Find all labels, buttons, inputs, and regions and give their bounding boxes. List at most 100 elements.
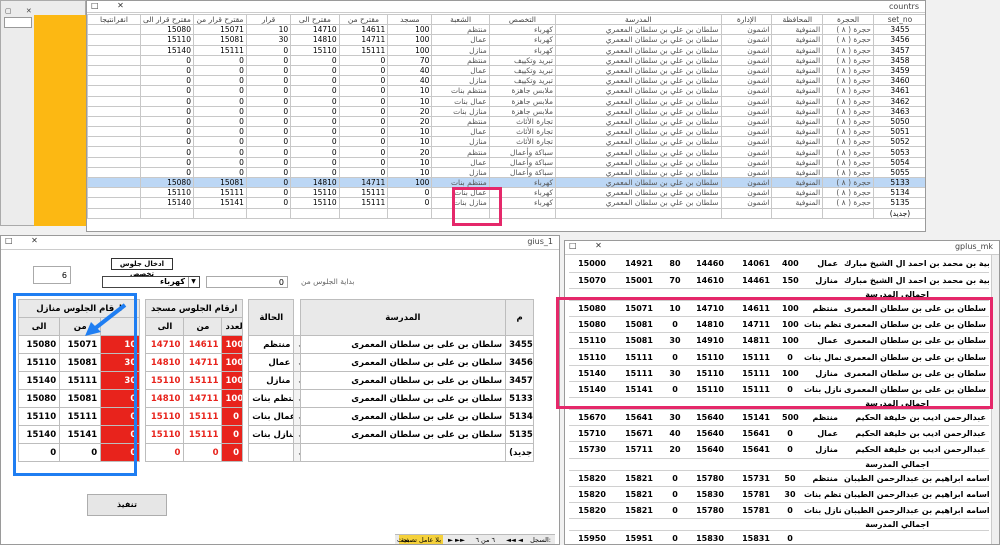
top-cell[interactable]: تجارة الأثاث	[488, 115, 557, 128]
top-cell[interactable]: 0	[192, 64, 247, 77]
top-cell[interactable]: 0	[192, 146, 247, 158]
table-row[interactable]: 15140 15141 0 15110 15111 0 منازل بنات كهرباء سل…	[87, 197, 925, 209]
top-cell[interactable]: 14810	[290, 34, 340, 46]
top-cell[interactable]: المنوفية	[771, 146, 824, 158]
top-cell[interactable]	[338, 207, 389, 219]
form-cell-b-from[interactable]: 15111	[183, 425, 223, 444]
top-cell[interactable]: 15111	[338, 197, 389, 209]
top-cell[interactable]: اشمون	[720, 85, 773, 97]
top-cell[interactable]: 0	[338, 75, 389, 87]
top-cell[interactable]: سباكة وأعمال	[488, 156, 557, 168]
top-cell[interactable]: 100	[387, 44, 433, 56]
top-cell[interactable]: 0	[139, 136, 194, 148]
top-cell[interactable]: 15110	[290, 197, 340, 209]
top-cell[interactable]: 100	[387, 176, 433, 189]
form-cell-b-n[interactable]: 100	[221, 371, 244, 390]
execute-button[interactable]: تنفيذ	[87, 494, 167, 516]
form-cell-b-from[interactable]: 15111	[183, 371, 223, 390]
top-cell[interactable]: 5135	[872, 197, 925, 209]
top-cell[interactable]: 0	[139, 64, 194, 77]
top-cell[interactable]: سباكة وأعمال	[488, 146, 557, 158]
top-cell[interactable]: 0	[139, 126, 194, 138]
top-cell[interactable]: المنوفية	[771, 44, 824, 56]
top-cell[interactable]: حجرة ( ٨ )	[822, 146, 874, 158]
top-cell[interactable]: سلطان بن علي بن سلطان المعمري	[555, 126, 722, 138]
top-col-header[interactable]: الشعبة	[431, 13, 490, 26]
top-cell[interactable]: (جديد)	[872, 207, 925, 219]
table-row[interactable]: (جديد)	[87, 207, 925, 219]
top-cell[interactable]: سلطان بن علي بن سلطان المعمري	[555, 176, 722, 189]
form-cell-b-to[interactable]: 14810	[145, 353, 185, 372]
form-cell-status[interactable]: منازل بنات	[248, 425, 295, 444]
top-cell[interactable]: ملابس جاهزة	[488, 85, 557, 97]
form-cell-b-to[interactable]: 14810	[145, 389, 185, 408]
top-cell[interactable]: اشمون	[720, 126, 773, 138]
top-cell[interactable]: 3463	[872, 105, 925, 117]
top-cell[interactable]: عمال	[431, 126, 490, 138]
top-cell[interactable]: 15071	[192, 24, 247, 36]
top-cell[interactable]: 5053	[872, 146, 925, 158]
top-cell[interactable]: 0	[290, 75, 340, 87]
top-col-header[interactable]: مقترح قرار من	[192, 13, 247, 26]
top-cell[interactable]: 0	[290, 115, 340, 128]
top-cell[interactable]: المنوفية	[771, 136, 824, 148]
top-cell[interactable]: 10	[387, 156, 433, 168]
top-col-header[interactable]: set_no	[872, 13, 925, 26]
top-cell[interactable]: 14710	[290, 24, 340, 36]
top-cell[interactable]: 0	[338, 156, 389, 168]
form-cell-school[interactable]: سلطان بن على بن سلطان المعمرى	[299, 425, 507, 444]
form-cell-school[interactable]: سلطان بن على بن سلطان المعمرى	[299, 389, 507, 408]
top-cell[interactable]: المنوفية	[771, 54, 824, 66]
top-cell[interactable]	[87, 197, 141, 209]
top-cell[interactable]: حجرة ( ٨ )	[822, 197, 874, 209]
form-cell-b-n[interactable]: 100	[221, 335, 244, 354]
top-col-header[interactable]: التخصص	[488, 13, 557, 26]
top-cell[interactable]: 15110	[290, 44, 340, 56]
top-cell[interactable]: 5133	[872, 176, 925, 189]
top-cell[interactable]	[87, 136, 141, 148]
top-cell[interactable]	[290, 207, 340, 219]
top-cell[interactable]: 0	[338, 105, 389, 117]
top-cell[interactable]	[87, 176, 141, 189]
top-cell[interactable]: 0	[245, 176, 292, 189]
top-cell[interactable]: تجارة الأثاث	[488, 126, 557, 138]
form-window-controls[interactable]: □ ✕	[5, 236, 46, 245]
form-cell-b-n[interactable]: 0	[221, 407, 244, 426]
top-cell[interactable]	[87, 95, 141, 107]
top-cell[interactable]: 40	[387, 75, 433, 87]
top-cell[interactable]: كهرباء	[488, 24, 557, 36]
top-cell[interactable]: 3460	[872, 75, 925, 87]
top-cell[interactable]: اشمون	[720, 156, 773, 168]
table-row[interactable]: 0 0 0 0 0 20 منازل بنات ملابس جاهزة سلطان بن علي…	[87, 105, 925, 117]
top-cell[interactable]: سلطان بن علي بن سلطان المعمري	[555, 197, 722, 209]
top-cell[interactable]: 0	[245, 136, 292, 148]
top-cell[interactable]: 0	[338, 166, 389, 179]
top-cell[interactable]: 15111	[192, 187, 247, 199]
top-cell[interactable]: المنوفية	[771, 156, 824, 168]
top-cell[interactable]	[771, 207, 824, 219]
top-cell[interactable]: 0	[139, 54, 194, 66]
top-cell[interactable]: 3459	[872, 64, 925, 77]
form-cell-b-n[interactable]: 0	[221, 425, 244, 444]
top-cell[interactable]: 0	[338, 136, 389, 148]
top-cell[interactable]: 14711	[338, 34, 389, 46]
top-cell[interactable]: منازل بنات	[431, 105, 490, 117]
top-cell[interactable]: 0	[245, 187, 292, 199]
top-cell[interactable]: 70	[387, 54, 433, 66]
table-row[interactable]: 0 0 0 0 0 10 منازل تجارة الأثاث سلطان بن علي بن …	[87, 136, 925, 148]
top-cell[interactable]: تجارة الأثاث	[488, 136, 557, 148]
top-cell[interactable]: ملابس جاهزة	[488, 95, 557, 107]
top-cell[interactable]: 20	[387, 146, 433, 158]
top-cell[interactable]: 0	[290, 156, 340, 168]
top-cell[interactable]: المنوفية	[771, 115, 824, 128]
top-cell[interactable]	[87, 166, 141, 179]
top-col-header[interactable]: المحافظة	[771, 13, 824, 26]
top-cell[interactable]: 15140	[139, 197, 194, 209]
top-cell[interactable]: اشمون	[720, 197, 773, 209]
top-cell[interactable]: 5134	[872, 187, 925, 199]
top-cell[interactable]: 0	[245, 126, 292, 138]
top-cell[interactable]: عمال بنات	[431, 95, 490, 107]
top-cell[interactable]: المنوفية	[771, 187, 824, 199]
form-cell-no[interactable]: 3456	[505, 353, 534, 372]
top-cell[interactable]: منتظم	[431, 54, 490, 66]
